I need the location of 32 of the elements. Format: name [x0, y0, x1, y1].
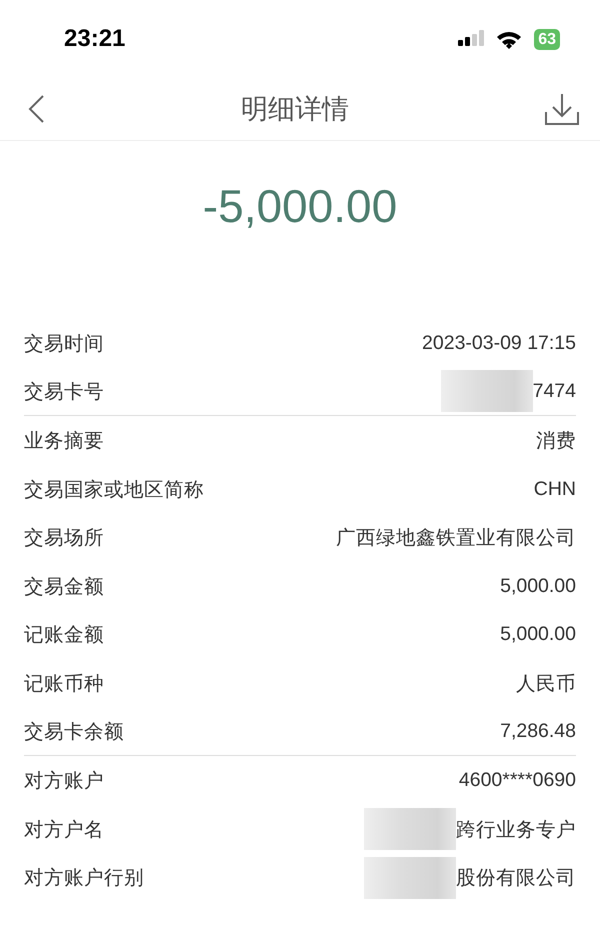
- field-value: 消费: [536, 428, 576, 454]
- field-label: 交易国家或地区简称: [24, 478, 204, 503]
- download-icon[interactable]: [544, 92, 580, 126]
- field-label: 对方户名: [24, 818, 104, 843]
- field-value: 股份有限公司: [456, 866, 576, 892]
- field-value: 2023-03-09 17:15: [422, 332, 576, 355]
- field-label: 交易时间: [24, 332, 104, 357]
- field-value: CHN: [534, 478, 576, 501]
- battery-icon: 63: [534, 28, 560, 50]
- field-label: 交易卡号: [24, 380, 104, 405]
- field-label: 交易场所: [24, 526, 104, 552]
- field-value: 7,286.48: [500, 720, 576, 744]
- page-title: 明细详情: [241, 93, 349, 126]
- field-value: 5,000.00: [500, 574, 576, 598]
- wifi-icon: [496, 30, 522, 48]
- field-label: 记账金额: [24, 623, 104, 648]
- field-value: 5,000.00: [500, 623, 576, 646]
- field-label: 交易卡余额: [24, 720, 124, 746]
- field-label: 交易金额: [24, 574, 104, 600]
- field-value: 跨行业务专户: [456, 818, 576, 843]
- field-value: 4600****0690: [458, 769, 576, 792]
- field-label: 对方账户行别: [24, 866, 144, 892]
- field-label: 业务摘要: [24, 428, 104, 454]
- signal-icon: [458, 29, 484, 49]
- back-icon[interactable]: [26, 94, 46, 124]
- field-label: 对方账户: [24, 769, 104, 794]
- field-value: 7474: [532, 380, 576, 403]
- field-label: 记账币种: [24, 672, 104, 697]
- status-time: 23:21: [64, 25, 126, 53]
- transaction-amount: -5,000.00: [202, 179, 398, 234]
- field-value: 人民币: [516, 672, 576, 697]
- field-value: 广西绿地鑫铁置业有限公司: [336, 526, 576, 552]
